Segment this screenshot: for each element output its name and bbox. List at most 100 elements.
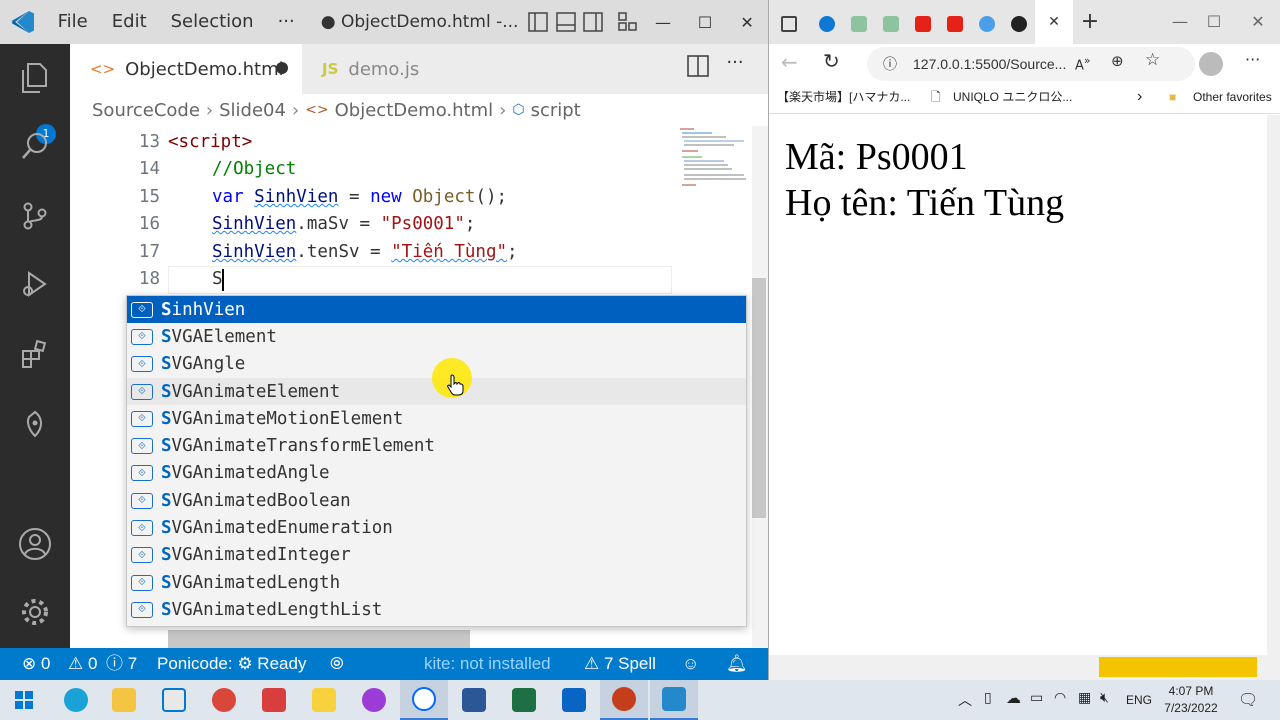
input-language[interactable]: ENG [1126, 680, 1152, 720]
facebook-tab-icon[interactable] [979, 16, 995, 32]
suggestion-item[interactable]: ⟐ SVGAnimatedInteger [127, 542, 746, 569]
menu-edit[interactable]: Edit [100, 0, 159, 44]
suggestion-item[interactable]: ⟐ SVGAnimatedBoolean [127, 487, 746, 514]
toggle-sidebar-icon[interactable] [524, 7, 551, 37]
more-actions-button[interactable]: ··· [720, 52, 750, 82]
minimap[interactable] [672, 126, 752, 196]
close-tab-icon[interactable]: ✕ [1035, 0, 1073, 44]
edge-icon[interactable] [52, 680, 100, 720]
word-icon[interactable] [450, 680, 498, 720]
read-aloud-icon[interactable]: A» [1075, 54, 1091, 73]
clock-icon[interactable]: ⦾ [330, 648, 344, 680]
zalo-icon[interactable] [400, 680, 448, 720]
excel-tab-icon[interactable] [883, 16, 899, 32]
onedrive-tab-icon[interactable] [819, 16, 835, 32]
favorite-star-icon[interactable]: ☆ [1145, 50, 1160, 70]
wifi-icon[interactable]: ◠ [1054, 690, 1066, 706]
other-favorites-link[interactable]: Other favorites [1193, 84, 1272, 110]
volume-muted-icon[interactable]: 🔇︎ [1100, 690, 1109, 706]
refresh-icon[interactable]: ↻ [823, 49, 840, 73]
warnings-status[interactable]: ⚠ 0 [68, 648, 97, 680]
editor-scrollbar[interactable] [752, 126, 768, 648]
store-icon[interactable] [150, 680, 198, 720]
tab-demo-js[interactable]: JS demo.js [302, 44, 474, 94]
search-icon[interactable] [15, 126, 55, 166]
favorite-link[interactable]: 【楽天市場】[ハマナカ... [777, 84, 910, 110]
horizontal-scrollbar-thumb[interactable] [168, 630, 470, 648]
run-debug-icon[interactable] [15, 264, 55, 304]
notifications-bell-icon[interactable]: 🔔︎ [726, 648, 748, 680]
feedback-icon[interactable]: ☺ [682, 648, 699, 680]
file-explorer-icon[interactable] [100, 680, 148, 720]
excel-tab-icon[interactable] [851, 16, 867, 32]
suggestion-item[interactable]: ⟐ SVGAnimateTransformElement [127, 433, 746, 460]
breadcrumb-item[interactable]: Slide04 [219, 100, 286, 121]
suggestion-item[interactable]: ⟐ SVGAnimatedEnumeration [127, 514, 746, 541]
suggestion-item[interactable]: ⟐ SVGAElement [127, 323, 746, 350]
powerpoint-icon[interactable] [600, 680, 648, 720]
errors-status[interactable]: ⊗ 0 [22, 648, 50, 680]
split-editor-icon[interactable] [686, 54, 716, 84]
battery-icon[interactable]: ▭ [1030, 690, 1043, 706]
toggle-secondary-sidebar-icon[interactable] [579, 7, 606, 37]
maximize-icon[interactable]: ☐ [1199, 0, 1229, 44]
spell-status[interactable]: ⚠ 7 Spell [584, 648, 656, 680]
unsaved-dot-icon[interactable] [276, 62, 288, 74]
vscode-taskbar-icon[interactable] [650, 680, 698, 720]
minimize-icon[interactable]: — [1165, 0, 1195, 44]
explorer-icon[interactable] [15, 58, 55, 98]
ponicode-status[interactable]: Ponicode: ⚙ Ready [157, 648, 306, 680]
phone-link-icon[interactable]: ▯ [984, 690, 992, 706]
menu-more[interactable]: ··· [266, 0, 307, 44]
breadcrumb-item[interactable]: script [531, 100, 581, 121]
account-icon[interactable] [15, 524, 55, 564]
browser-horizontal-scrollbar[interactable] [769, 655, 1267, 680]
notification-center-icon[interactable]: 🗨︎ [1238, 690, 1258, 709]
menu-selection[interactable]: Selection [159, 0, 266, 44]
suggestion-item[interactable]: ⟐ SVGAnimateMotionElement [127, 405, 746, 432]
youtube-tab-icon[interactable] [947, 16, 963, 32]
extensions-icon[interactable] [15, 334, 55, 374]
back-arrow-icon[interactable]: ← [781, 50, 798, 74]
favorite-link[interactable]: UNIQLO ユニクロ公... [953, 84, 1072, 110]
scrollbar-thumb[interactable] [752, 278, 766, 518]
messenger-icon[interactable] [350, 680, 398, 720]
info-status[interactable]: ⓘ 7 [106, 648, 137, 680]
tab-objectdemo-html[interactable]: <> ObjectDemo.html [70, 44, 302, 94]
suggestion-item[interactable]: ⟐ SVGAnimatedLengthList [127, 596, 746, 623]
close-icon[interactable]: ✕ [1243, 0, 1273, 44]
youtube-tab-icon[interactable] [915, 16, 931, 32]
network-icon[interactable]: ▦ [1078, 690, 1091, 706]
settings-menu-icon[interactable]: ··· [1245, 50, 1260, 69]
suggestion-item[interactable]: ⟐ SVGAnimatedLength [127, 569, 746, 596]
browser-scrollbar[interactable] [1267, 115, 1280, 680]
source-control-icon[interactable] [15, 196, 55, 236]
suggestion-item[interactable]: ⟐ SinhVien [127, 296, 746, 324]
chevron-up-icon[interactable]: ︿ [958, 690, 972, 710]
customize-layout-icon[interactable] [615, 7, 642, 37]
settings-gear-icon[interactable] [15, 592, 55, 632]
maximize-icon[interactable]: ☐ [684, 0, 726, 44]
new-tab-icon[interactable]: + [1075, 0, 1105, 44]
chrome-icon[interactable] [200, 680, 248, 720]
suggestion-item[interactable]: ⟐ SVGAnimatedAngle [127, 460, 746, 487]
toggle-panel-icon[interactable] [552, 7, 579, 37]
minimize-icon[interactable]: — [642, 0, 684, 44]
github-tab-icon[interactable] [1011, 16, 1027, 32]
chevron-right-icon[interactable]: › [1137, 84, 1142, 110]
kite-status[interactable]: kite: not installed [424, 648, 551, 680]
profile-avatar[interactable] [1199, 52, 1223, 76]
vivaldi-icon[interactable] [250, 680, 298, 720]
breadcrumb-item[interactable]: ObjectDemo.html [335, 100, 494, 121]
windows-start-icon[interactable] [0, 680, 48, 720]
info-icon[interactable]: ⓘ [883, 47, 897, 81]
zoom-icon[interactable]: ⊕ [1111, 52, 1124, 70]
ponicode-icon[interactable] [15, 404, 55, 444]
tab-actions-icon[interactable] [781, 16, 797, 32]
menu-file[interactable]: File [46, 0, 100, 44]
sticky-notes-icon[interactable] [300, 680, 348, 720]
cloud-icon[interactable]: ☁ [1006, 689, 1021, 707]
clock[interactable]: 4:07 PM 7/23/2022 [1156, 683, 1226, 717]
outlook-icon[interactable] [550, 680, 598, 720]
excel-icon[interactable] [500, 680, 548, 720]
